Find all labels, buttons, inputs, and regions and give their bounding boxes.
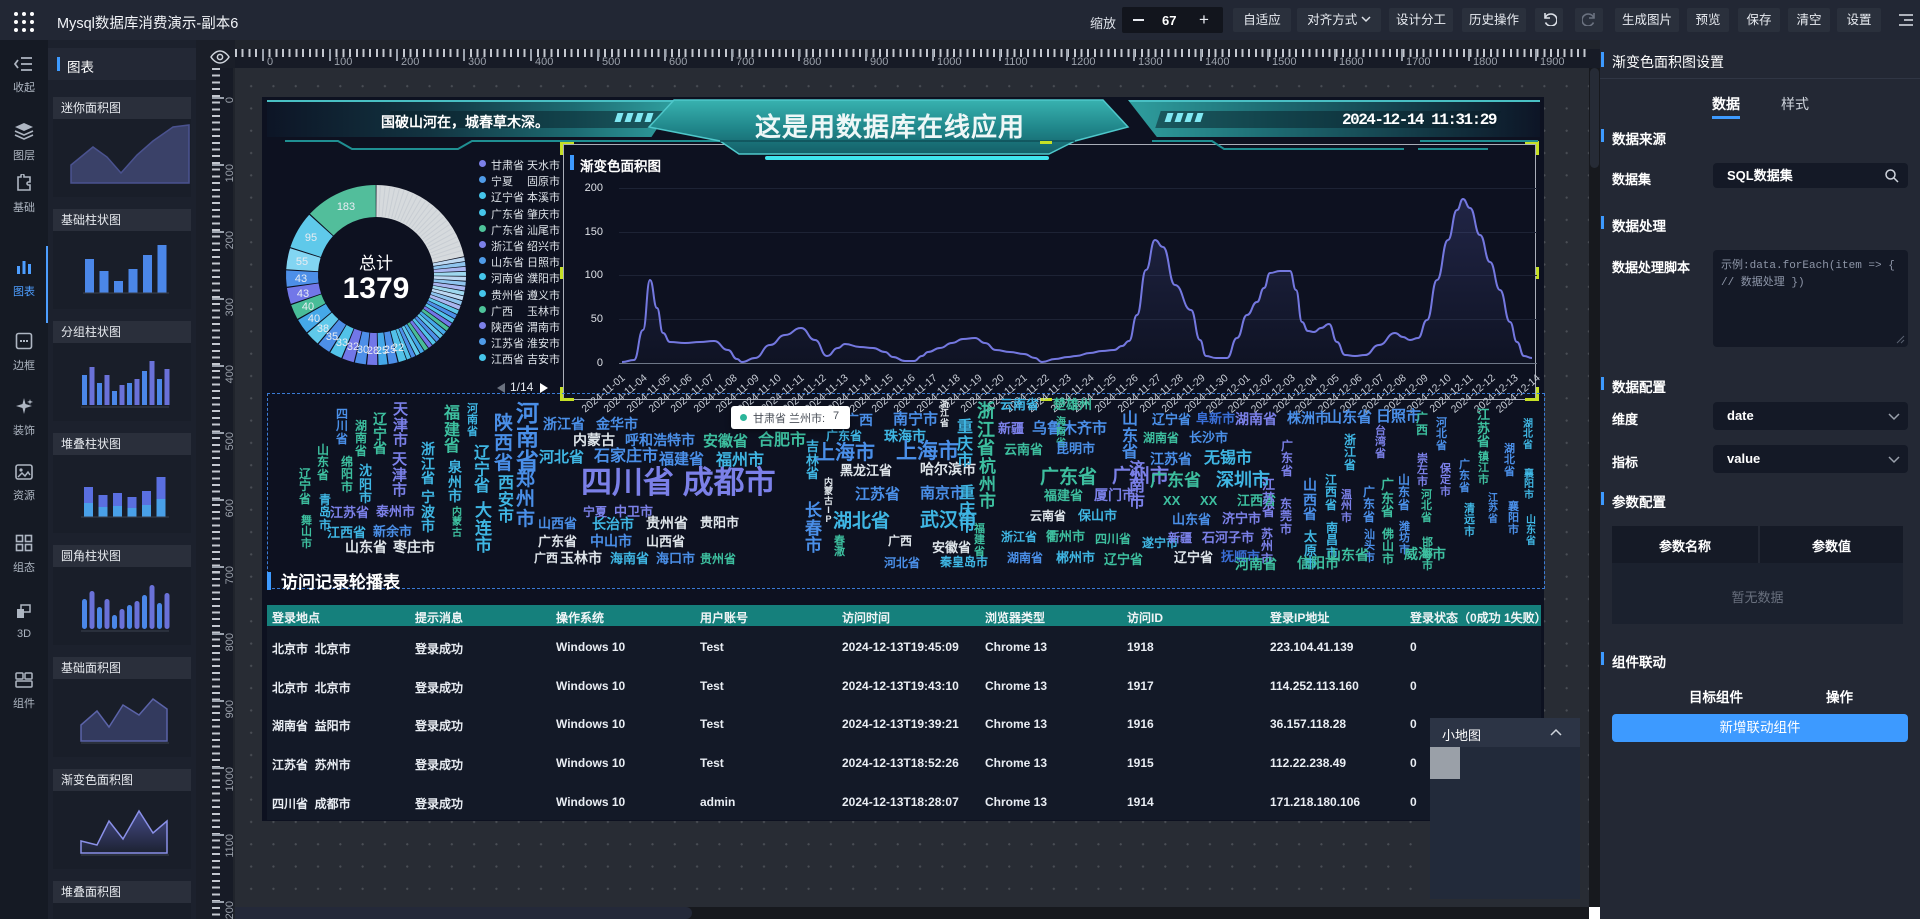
svg-text:55: 55 bbox=[296, 256, 308, 268]
svg-text:40: 40 bbox=[308, 313, 320, 325]
svg-text:40: 40 bbox=[302, 301, 314, 313]
svg-text:43: 43 bbox=[295, 273, 307, 285]
svg-text:43: 43 bbox=[297, 288, 309, 300]
svg-text:183: 183 bbox=[337, 201, 355, 213]
svg-text:32: 32 bbox=[347, 341, 359, 353]
svg-text:95: 95 bbox=[305, 232, 317, 244]
